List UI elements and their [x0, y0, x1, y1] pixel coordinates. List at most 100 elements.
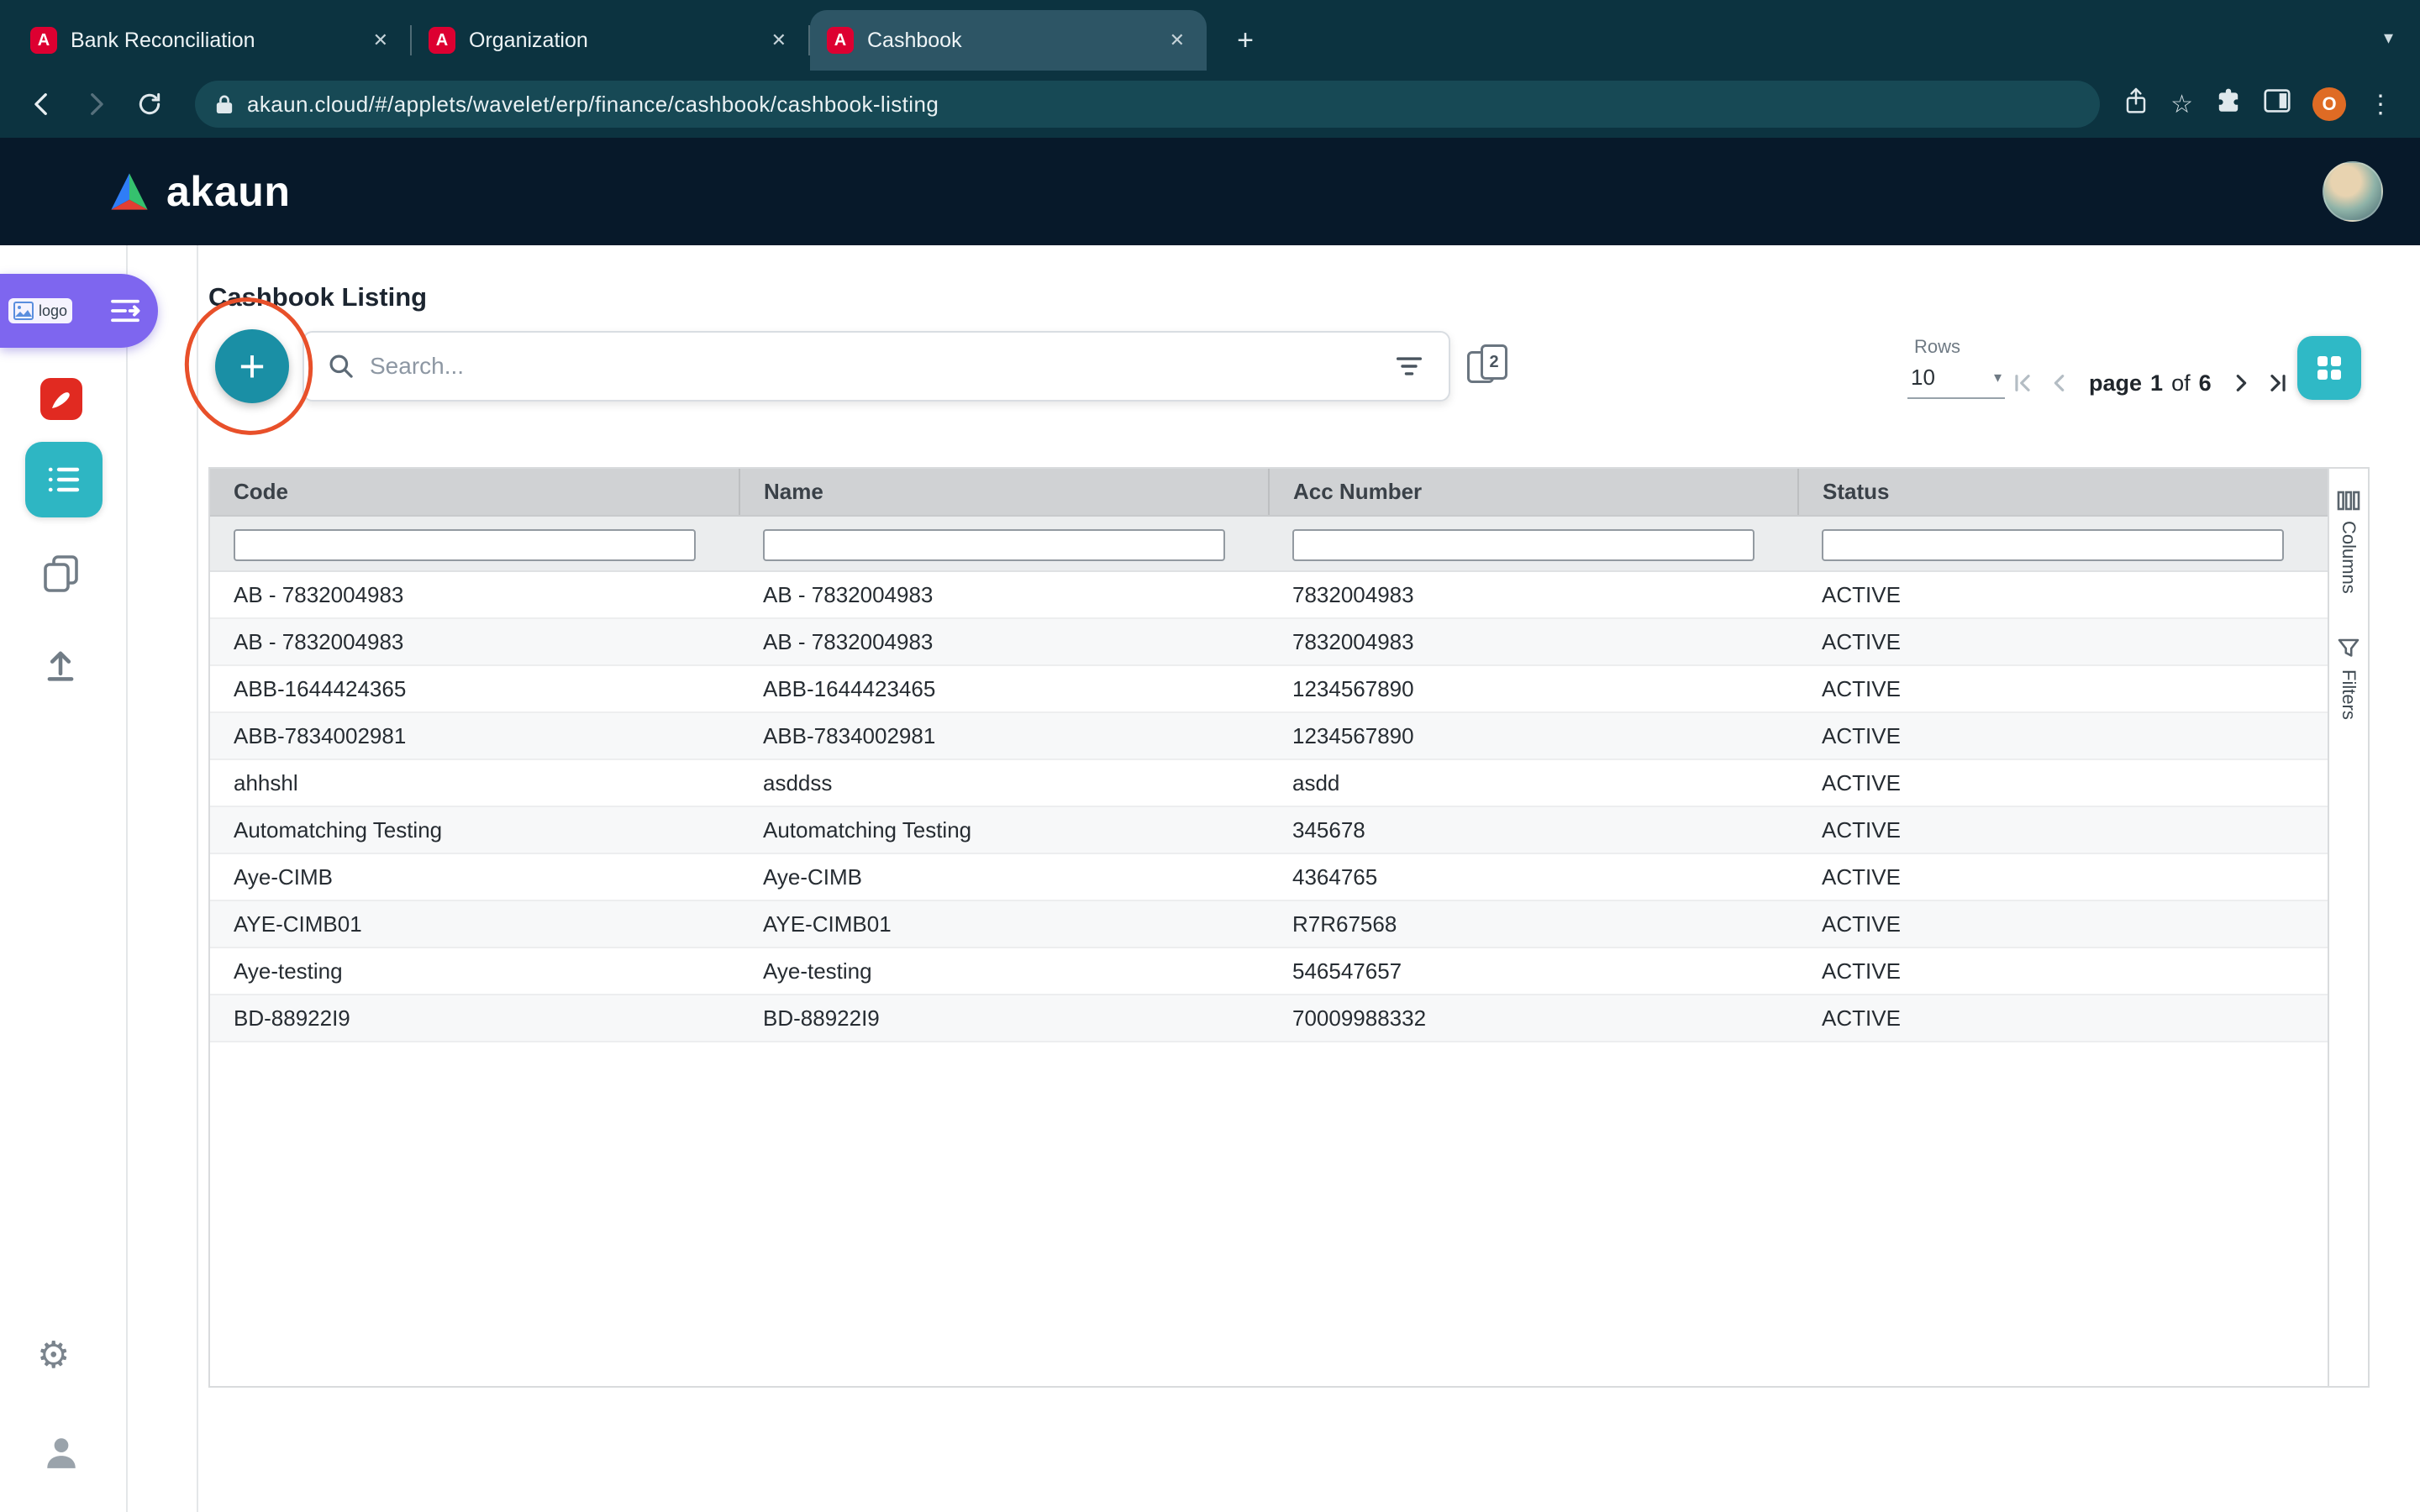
table-row[interactable]: AB - 7832004983AB - 78320049837832004983…	[210, 618, 2328, 665]
previous-page-button[interactable]	[2049, 372, 2070, 394]
grid-view-button[interactable]	[2297, 336, 2361, 400]
page-title: Cashbook Listing	[208, 282, 427, 312]
table-row[interactable]: Automatching TestingAutomatching Testing…	[210, 806, 2328, 853]
search-icon	[328, 353, 355, 380]
table-row[interactable]: Aye-testingAye-testing546547657ACTIVE	[210, 948, 2328, 995]
table-row[interactable]: ahhshlasddssasddACTIVE	[210, 759, 2328, 806]
left-sidebar	[0, 245, 128, 1512]
table-cell: Automatching Testing	[739, 806, 1269, 853]
menu-expand-icon[interactable]	[109, 298, 141, 323]
sidebar-item-copy[interactable]	[40, 553, 82, 601]
browser-tab-bank-reconciliation[interactable]: A Bank Reconciliation ✕	[13, 10, 410, 71]
filter-input-status[interactable]	[1822, 529, 2284, 561]
column-header-status[interactable]: Status	[1798, 469, 2328, 516]
table-cell: Aye-CIMB	[739, 853, 1269, 900]
column-header-acc-number[interactable]: Acc Number	[1269, 469, 1798, 516]
add-cashbook-button[interactable]: +	[215, 329, 289, 403]
total-pages: 6	[2199, 370, 2212, 396]
table-row[interactable]: BD-88922I9BD-88922I970009988332ACTIVE	[210, 995, 2328, 1042]
browser-tab-cashbook[interactable]: A Cashbook ✕	[810, 10, 1207, 71]
extensions-puzzle-icon[interactable]	[2215, 87, 2242, 121]
browser-profile-badge[interactable]: O	[2312, 87, 2346, 121]
table-cell: Aye-CIMB	[210, 853, 739, 900]
filter-input-acc-number[interactable]	[1292, 529, 1754, 561]
rows-value: 10	[1911, 365, 1935, 391]
browser-tab-organization[interactable]: A Organization ✕	[412, 10, 808, 71]
search-input[interactable]	[370, 353, 1378, 380]
rows-label: Rows	[1914, 336, 1960, 358]
browser-menu-icon[interactable]: ⋮	[2368, 90, 2393, 119]
of-word: of	[2171, 370, 2191, 396]
table-cell: 4364765	[1269, 853, 1798, 900]
settings-gear-icon[interactable]: ⚙	[37, 1337, 70, 1374]
angular-favicon: A	[30, 27, 57, 54]
table-side-tabs: Columns Filters	[2329, 467, 2370, 1388]
table-cell: 1234567890	[1269, 665, 1798, 712]
page-word: page	[2089, 370, 2142, 396]
table-cell: ACTIVE	[1798, 948, 2328, 995]
pagination: page 1 of 6	[2012, 363, 2289, 403]
side-panel-icon[interactable]	[2264, 88, 2291, 120]
table-cell: AB - 7832004983	[739, 571, 1269, 618]
tab-close-icon[interactable]: ✕	[368, 26, 393, 55]
akaun-logo: akaun	[108, 167, 291, 216]
rows-per-page-select[interactable]: 10 ▾	[1907, 365, 2005, 399]
content-divider	[197, 245, 198, 1512]
table-cell: ACTIVE	[1798, 900, 2328, 948]
tab-label: Bank Reconciliation	[71, 29, 355, 53]
table-cell: BD-88922I9	[739, 995, 1269, 1042]
sidebar-item-acrobat[interactable]	[39, 376, 84, 428]
browser-tab-strip: A Bank Reconciliation ✕ A Organization ✕…	[0, 0, 2420, 71]
search-bar	[302, 331, 1450, 402]
table-cell: ACTIVE	[1798, 853, 2328, 900]
table-row[interactable]: ABB-7834002981ABB-78340029811234567890AC…	[210, 712, 2328, 759]
table-cell: ahhshl	[210, 759, 739, 806]
user-avatar[interactable]	[2323, 161, 2383, 222]
duplicate-view-icon[interactable]: 2	[1467, 344, 1512, 388]
share-icon[interactable]	[2123, 87, 2149, 122]
browser-action-icons: ☆ O ⋮	[2123, 87, 2400, 122]
filters-tab[interactable]: Filters	[2337, 638, 2360, 720]
table-cell: 546547657	[1269, 948, 1798, 995]
filter-input-code[interactable]	[234, 529, 696, 561]
profile-person-icon[interactable]	[42, 1433, 81, 1478]
table-row[interactable]: AB - 7832004983AB - 78320049837832004983…	[210, 571, 2328, 618]
last-page-button[interactable]	[2267, 372, 2289, 394]
sidebar-item-listing-active[interactable]	[25, 442, 103, 517]
angular-favicon: A	[429, 27, 455, 54]
table-cell: BD-88922I9	[210, 995, 739, 1042]
table-cell: ABB-7834002981	[739, 712, 1269, 759]
table-cell: Aye-testing	[739, 948, 1269, 995]
filter-input-name[interactable]	[763, 529, 1225, 561]
table-cell: AYE-CIMB01	[739, 900, 1269, 948]
column-header-code[interactable]: Code	[210, 469, 739, 516]
filter-lines-icon[interactable]	[1393, 353, 1425, 380]
new-tab-button[interactable]: +	[1220, 15, 1270, 66]
table-cell: ACTIVE	[1798, 995, 2328, 1042]
reload-icon[interactable]	[128, 82, 171, 126]
funnel-icon	[2337, 638, 2360, 659]
back-icon[interactable]	[20, 82, 64, 126]
table-row[interactable]: AYE-CIMB01AYE-CIMB01R7R67568ACTIVE	[210, 900, 2328, 948]
sidebar-logo-button[interactable]: logo	[0, 274, 158, 348]
table-cell: AB - 7832004983	[210, 618, 739, 665]
columns-tab[interactable]: Columns	[2337, 491, 2360, 594]
upload-icon	[40, 645, 81, 685]
table-row[interactable]: Aye-CIMBAye-CIMB4364765ACTIVE	[210, 853, 2328, 900]
tab-list-chevron-icon[interactable]: ▾	[2384, 27, 2393, 49]
next-page-button[interactable]	[2230, 372, 2252, 394]
table-row[interactable]: ABB-1644424365ABB-16444234651234567890AC…	[210, 665, 2328, 712]
sidebar-item-upload[interactable]	[40, 645, 81, 692]
bookmark-star-icon[interactable]: ☆	[2170, 90, 2193, 119]
tab-close-icon[interactable]: ✕	[1165, 26, 1190, 55]
columns-icon	[2337, 491, 2360, 511]
forward-icon[interactable]	[74, 82, 118, 126]
duplicate-front-frame: 2	[1481, 344, 1507, 380]
first-page-button[interactable]	[2012, 372, 2033, 394]
table-cell: 1234567890	[1269, 712, 1798, 759]
broken-image-placeholder: logo	[8, 298, 72, 323]
address-bar[interactable]: akaun.cloud/#/applets/wavelet/erp/financ…	[195, 81, 2100, 128]
column-header-name[interactable]: Name	[739, 469, 1269, 516]
brand-name: akaun	[166, 167, 291, 216]
tab-close-icon[interactable]: ✕	[766, 26, 792, 55]
